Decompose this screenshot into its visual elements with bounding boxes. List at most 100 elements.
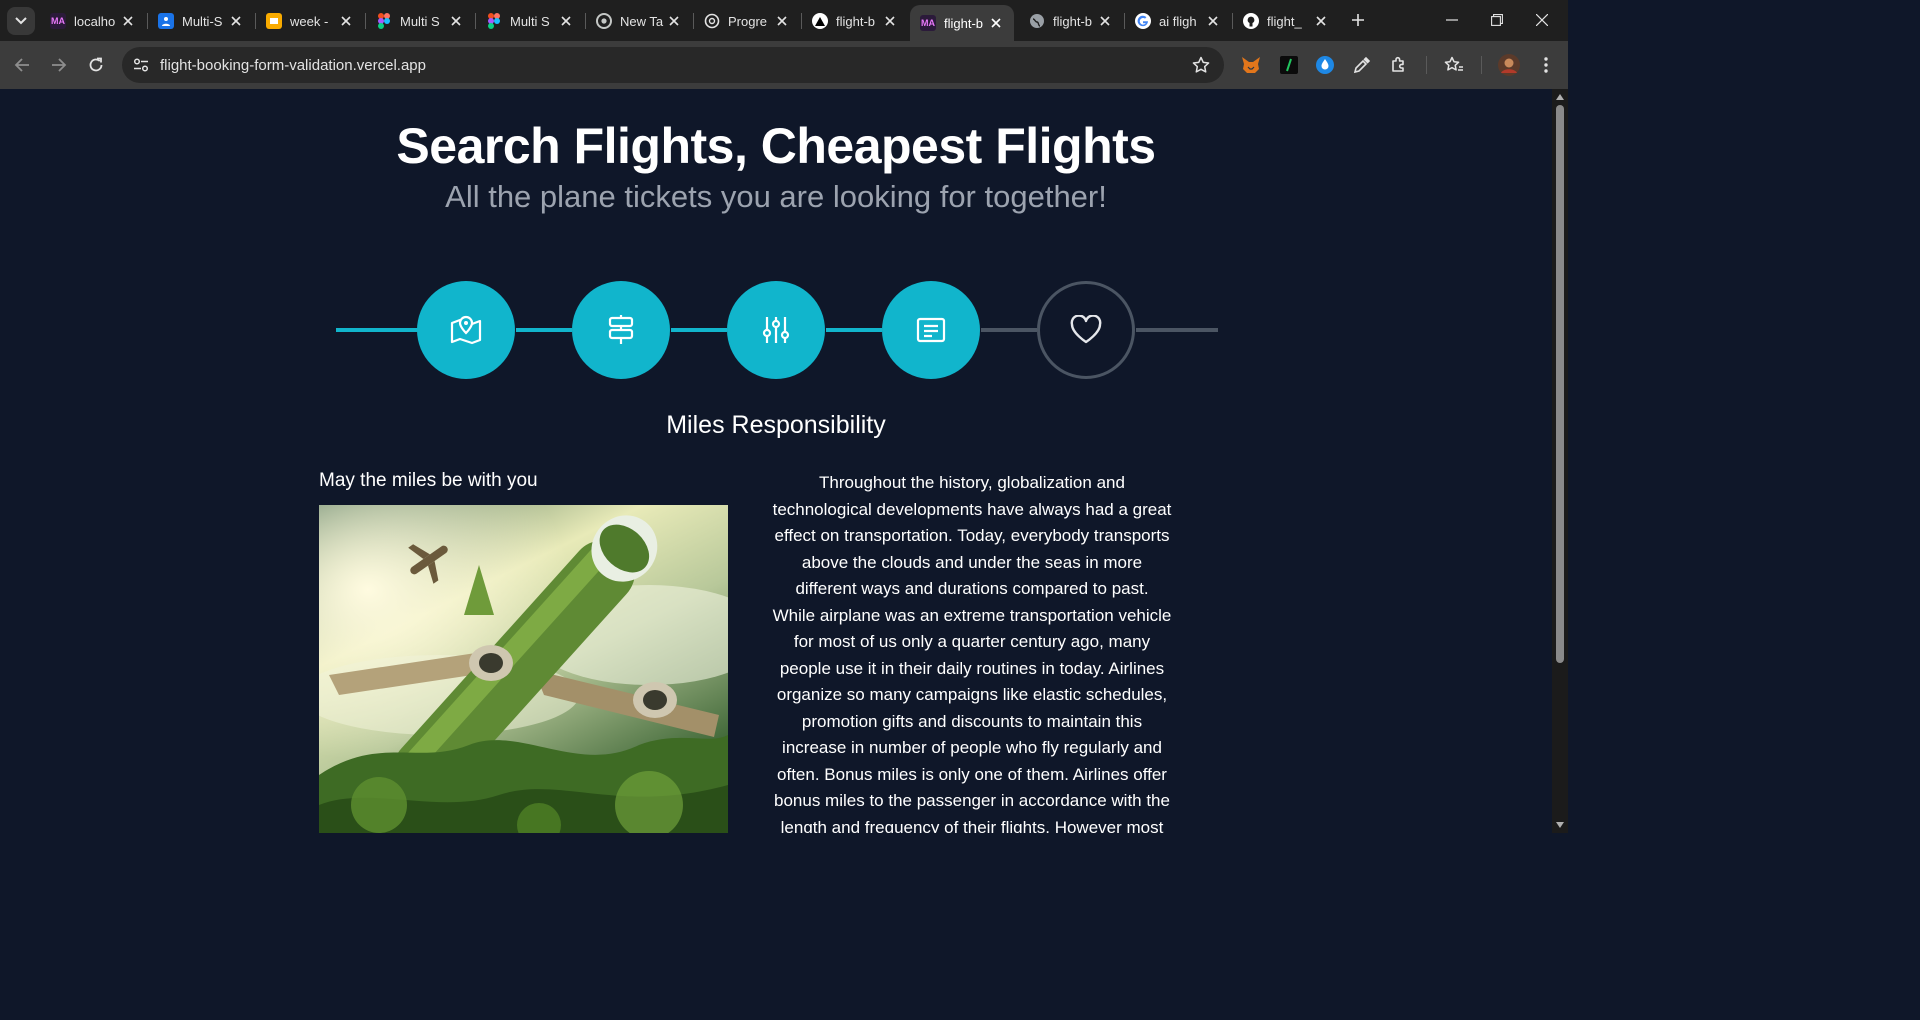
map-pin-icon <box>450 315 482 345</box>
message-icon <box>916 317 946 343</box>
close-icon[interactable] <box>1313 13 1329 29</box>
browser-tab[interactable]: Multi S <box>366 5 474 37</box>
close-icon[interactable] <box>120 13 136 29</box>
chrome-menu-button[interactable] <box>1534 53 1558 77</box>
browser-tab-strip: MA localho Multi-S week - Multi S Multi … <box>0 0 1568 41</box>
browser-tab[interactable]: Multi S <box>476 5 584 37</box>
section-title: Miles Responsibility <box>666 411 886 439</box>
step-1[interactable] <box>417 281 515 379</box>
browser-tab[interactable]: week - <box>256 5 364 37</box>
favicon-ma: MA <box>920 15 936 31</box>
browser-tab[interactable]: flight-b <box>802 5 908 37</box>
tab-search-button[interactable] <box>7 7 35 35</box>
minimize-icon <box>1446 19 1458 21</box>
step-5[interactable] <box>1037 281 1135 379</box>
bookmark-star-icon[interactable] <box>1192 56 1210 74</box>
github-icon <box>1243 13 1259 29</box>
restore-icon <box>1491 14 1503 26</box>
browser-tab[interactable]: Progre <box>694 5 800 37</box>
close-icon <box>1536 14 1548 26</box>
url-text[interactable]: flight-booking-form-validation.vercel.ap… <box>160 57 426 74</box>
reload-button[interactable] <box>84 53 108 77</box>
browser-tab[interactable]: MA localho <box>40 5 146 37</box>
person-icon <box>158 13 174 29</box>
favicon-ma: MA <box>50 13 66 29</box>
close-window-button[interactable] <box>1532 10 1552 30</box>
back-button[interactable] <box>10 53 34 77</box>
tab-title: ai fligh <box>1159 13 1197 29</box>
close-icon[interactable] <box>558 13 574 29</box>
step-4[interactable] <box>882 281 980 379</box>
new-tab-button[interactable] <box>1348 10 1368 30</box>
close-icon[interactable] <box>988 15 1004 31</box>
close-icon[interactable] <box>338 13 354 29</box>
browser-tab[interactable]: Multi-S <box>148 5 254 37</box>
browser-toolbar: flight-booking-form-validation.vercel.ap… <box>0 41 1568 89</box>
extensions-button[interactable] <box>1387 53 1411 77</box>
green-airplane-photo <box>319 505 728 833</box>
arrow-right-icon <box>52 58 67 72</box>
tab-title: Multi S <box>400 13 440 29</box>
address-bar[interactable]: flight-booking-form-validation.vercel.ap… <box>122 47 1224 83</box>
close-icon[interactable] <box>1205 13 1221 29</box>
tab-title: localho <box>74 13 116 29</box>
minimize-button[interactable] <box>1442 10 1462 30</box>
scroll-down-arrow-icon[interactable] <box>1555 820 1565 830</box>
stepper-line-completed <box>516 328 572 332</box>
scrollbar-thumb[interactable] <box>1556 105 1564 663</box>
forward-button[interactable] <box>47 53 71 77</box>
google-icon <box>1135 13 1151 29</box>
browser-tab[interactable]: flight_ <box>1233 5 1339 37</box>
toolbar-divider <box>1481 56 1482 74</box>
profile-avatar[interactable] <box>1497 53 1521 77</box>
close-icon[interactable] <box>448 13 464 29</box>
page-title: Search Flights, Cheapest Flights <box>396 118 1156 174</box>
left-column-heading: May the miles be with you <box>319 470 538 491</box>
browser-tab[interactable]: New Ta <box>586 5 692 37</box>
star-list-icon <box>1444 56 1463 71</box>
scroll-up-arrow-icon[interactable] <box>1555 92 1565 102</box>
arrow-left-icon <box>14 58 29 72</box>
eyedropper-icon <box>1353 56 1371 74</box>
bookmarks-button[interactable] <box>1442 53 1466 77</box>
tab-title: Multi-S <box>182 13 223 29</box>
drop-extension[interactable] <box>1313 53 1337 77</box>
stepper-line-pending <box>981 328 1037 332</box>
step-3[interactable] <box>727 281 825 379</box>
browser-tab[interactable]: flight-b <box>1019 5 1123 37</box>
article-paragraph: Throughout the history, globalization an… <box>772 473 1172 833</box>
tune-icon <box>133 58 149 72</box>
stepper-line-completed <box>336 328 418 332</box>
restore-button[interactable] <box>1487 10 1507 30</box>
chevron-down-icon <box>15 17 27 25</box>
close-icon[interactable] <box>882 13 898 29</box>
stepper-line-completed <box>671 328 727 332</box>
fox-icon <box>1242 57 1260 73</box>
figma-icon <box>486 13 502 29</box>
stepper-line-pending <box>1136 328 1218 332</box>
close-icon[interactable] <box>1097 13 1113 29</box>
vercel-icon <box>812 13 828 29</box>
site-info-button[interactable] <box>129 53 153 77</box>
browser-tab-active[interactable]: MA flight-b <box>910 5 1014 41</box>
more-vert-icon <box>1544 57 1548 73</box>
browser-tab[interactable]: ai fligh <box>1125 5 1231 37</box>
close-icon[interactable] <box>774 13 790 29</box>
tab-title: flight-b <box>1053 13 1093 29</box>
tab-title: flight-b <box>944 15 984 31</box>
slides-icon <box>266 13 282 29</box>
terminal-extension[interactable] <box>1277 53 1301 77</box>
tab-title: New Ta <box>620 13 664 29</box>
close-icon[interactable] <box>666 13 682 29</box>
tab-title: Multi S <box>510 13 550 29</box>
close-icon[interactable] <box>228 13 244 29</box>
color-picker-extension[interactable] <box>1350 53 1374 77</box>
metamask-extension[interactable] <box>1239 53 1263 77</box>
page-scrollbar[interactable] <box>1552 89 1568 833</box>
globe-icon <box>1029 13 1045 29</box>
stepper-line-completed <box>826 328 882 332</box>
web-page: Search Flights, Cheapest Flights All the… <box>0 89 1552 833</box>
terminal-icon <box>1280 56 1298 74</box>
chrome-icon <box>596 13 612 29</box>
step-2[interactable] <box>572 281 670 379</box>
